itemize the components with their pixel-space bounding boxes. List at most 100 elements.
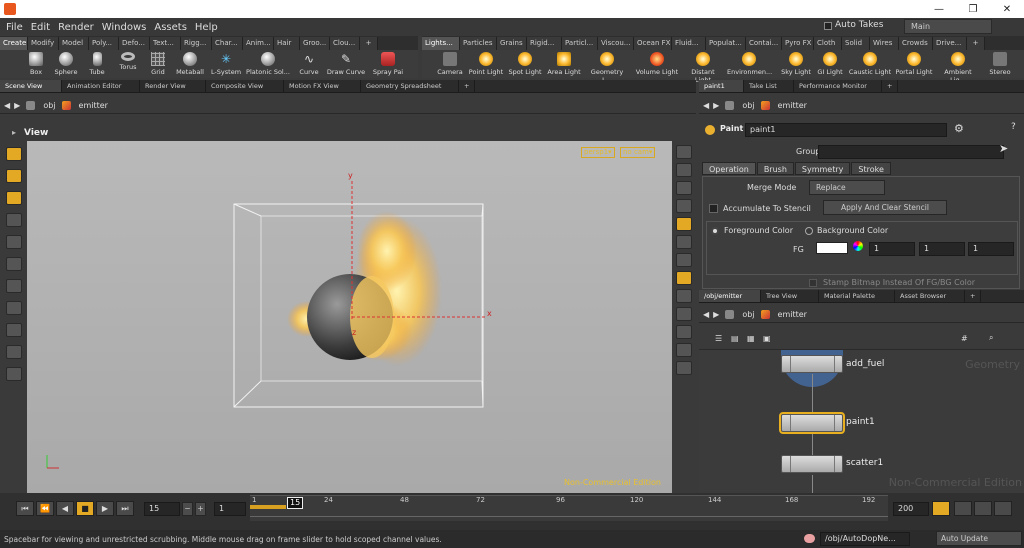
shelf-tab-character[interactable]: Char... (212, 36, 243, 50)
tool-distant-light[interactable]: Distant Light (683, 50, 723, 84)
fg-b-field[interactable]: 1 (968, 242, 1014, 256)
shelf-tab-deform[interactable]: Defo... (119, 36, 150, 50)
fg-color-swatch[interactable] (816, 242, 848, 254)
takes-select[interactable]: Main (904, 19, 992, 34)
close-icon[interactable]: ✕ (990, 0, 1024, 18)
tool-box[interactable]: Box (20, 50, 52, 76)
list-icon[interactable]: ▤ (731, 334, 739, 343)
shelf-tab-lights[interactable]: Lights... (422, 36, 460, 50)
snap-tool-icon[interactable] (5, 323, 22, 337)
arrow-pointer-icon[interactable]: ➤ (999, 142, 1008, 155)
shelf-tab-ocean-fx[interactable]: Ocean FX (634, 36, 672, 50)
flag-icon[interactable] (676, 289, 692, 303)
shelf-tab-cloth[interactable]: Cloth (814, 36, 842, 50)
tool-l-system[interactable]: ✳ L-System (208, 50, 244, 76)
pointer-icon[interactable] (676, 307, 692, 321)
tool-metaball[interactable]: Metaball (174, 50, 206, 76)
jump-start-icon[interactable]: ⏮ (16, 501, 34, 516)
shelf-tab-rigid[interactable]: Rigid... (527, 36, 562, 50)
back-arrow-icon[interactable]: ◀ (703, 310, 709, 319)
move-tool-icon[interactable] (5, 235, 22, 249)
add-param-tab-button[interactable]: + (882, 80, 898, 92)
tab-render-view[interactable]: Render View (140, 80, 206, 92)
play-reverse-icon[interactable]: ◀ (56, 501, 74, 516)
shelf-tab-crowds[interactable]: Crowds (899, 36, 933, 50)
eye-icon[interactable] (676, 145, 692, 159)
back-arrow-icon[interactable]: ◀ (4, 101, 10, 110)
menu-render[interactable]: Render (58, 22, 94, 33)
shelf-tab-poly[interactable]: Poly... (89, 36, 119, 50)
tab-motion-fx-view[interactable]: Motion FX View (284, 80, 361, 92)
zoom-icon[interactable]: ⌕ (989, 333, 993, 343)
tab-material-palette[interactable]: Material Palette (819, 290, 895, 302)
frame-increment-button[interactable]: + (195, 502, 206, 516)
select-tool-icon[interactable] (5, 147, 22, 161)
shelf-tab-particles[interactable]: Particles (460, 36, 497, 50)
camera-menu[interactable]: no cam▾ (620, 147, 656, 158)
sync-icon[interactable] (994, 501, 1012, 516)
tree-icon[interactable]: ☰ (715, 334, 722, 343)
arrow-select-icon[interactable] (5, 213, 22, 227)
tool-spray-paint[interactable]: Spray Pai (368, 50, 408, 76)
shelf-tab-modify[interactable]: Modify (28, 36, 59, 50)
shelf-tab-grains[interactable]: Grains (497, 36, 527, 50)
subtab-symmetry[interactable]: Symmetry (794, 162, 851, 175)
shelf-tab-viscous[interactable]: Viscou... (598, 36, 634, 50)
tool-sky-light[interactable]: Sky Light (778, 50, 814, 76)
step-back-icon[interactable]: ⏪ (36, 501, 54, 516)
path-emitter[interactable]: emitter (778, 310, 807, 319)
bg-radio[interactable] (805, 227, 813, 235)
gear-icon[interactable]: ⚙ (954, 122, 964, 135)
shelf-tab-create[interactable]: Create (0, 36, 28, 50)
frame-slider[interactable]: 1 24 48 72 96 120 144 168 192 15 (250, 495, 888, 521)
menu-file[interactable]: File (6, 22, 23, 33)
color-picker-icon[interactable] (853, 241, 863, 251)
tool-grid[interactable]: Grid (142, 50, 174, 76)
shelf-tab-model[interactable]: Model (59, 36, 89, 50)
shelf-tab-container[interactable]: Contai... (746, 36, 782, 50)
back-arrow-icon[interactable]: ◀ (703, 101, 709, 110)
menu-windows[interactable]: Windows (102, 22, 147, 33)
tool-platonic-solids[interactable]: Platonic Sol... (245, 50, 291, 76)
tab-take-list[interactable]: Take List (744, 80, 794, 92)
tab-animation-editor[interactable]: Animation Editor (62, 80, 140, 92)
shelf-tab-pyro-fx[interactable]: Pyro FX (782, 36, 814, 50)
tool-area-light[interactable]: Area Light (546, 50, 582, 76)
add-pane-tab-button[interactable]: + (459, 80, 475, 92)
tab-paint1[interactable]: paint1 (699, 80, 744, 92)
shelf-tab-wires[interactable]: Wires (870, 36, 899, 50)
menu-assets[interactable]: Assets (154, 22, 187, 33)
tool-caustic-light[interactable]: Caustic Light (848, 50, 892, 76)
jump-end-icon[interactable]: ⏭ (116, 501, 134, 516)
handle-tool-icon[interactable] (5, 301, 22, 315)
audio-icon[interactable] (954, 501, 972, 516)
group-field[interactable] (818, 145, 1004, 159)
network-grid-icon[interactable]: # (961, 334, 968, 343)
end-frame-field[interactable]: 200 (893, 502, 929, 516)
shelf-tab-clouds[interactable]: Clou... (330, 36, 360, 50)
light-icon[interactable] (676, 199, 692, 213)
maximize-icon[interactable]: ❐ (956, 0, 990, 18)
3d-viewport[interactable]: y x z persp1▾ no cam▾ Non-Commercial Edi… (27, 141, 696, 493)
tool-draw-curve[interactable]: ✎ Draw Curve (326, 50, 366, 76)
ghost-icon[interactable] (676, 271, 692, 285)
tool-camera[interactable]: Camera (434, 50, 466, 76)
auto-takes-checkbox[interactable] (824, 22, 832, 30)
shading-icon[interactable] (676, 217, 692, 231)
tool-volume-light[interactable]: Volume Light (635, 50, 679, 76)
fg-g-field[interactable]: 1 (919, 242, 965, 256)
subtab-operation[interactable]: Operation (702, 162, 756, 175)
tool-portal-light[interactable]: Portal Light (894, 50, 934, 76)
path-emitter[interactable]: emitter (79, 101, 108, 110)
magnet-icon[interactable] (5, 345, 22, 359)
tab-asset-browser[interactable]: Asset Browser (895, 290, 965, 302)
shelf-add-tab-button-right[interactable]: + (967, 36, 985, 50)
shelf-tab-hair[interactable]: Hair (274, 36, 300, 50)
subtab-brush[interactable]: Brush (756, 162, 794, 175)
ruler-icon[interactable] (5, 367, 22, 381)
rotate-tool-icon[interactable] (5, 257, 22, 271)
display-icon[interactable] (676, 181, 692, 195)
current-frame-field[interactable]: 15 (144, 502, 180, 516)
tab-scene-view[interactable]: Scene View (0, 80, 62, 92)
tab-tree-view[interactable]: Tree View (761, 290, 819, 302)
